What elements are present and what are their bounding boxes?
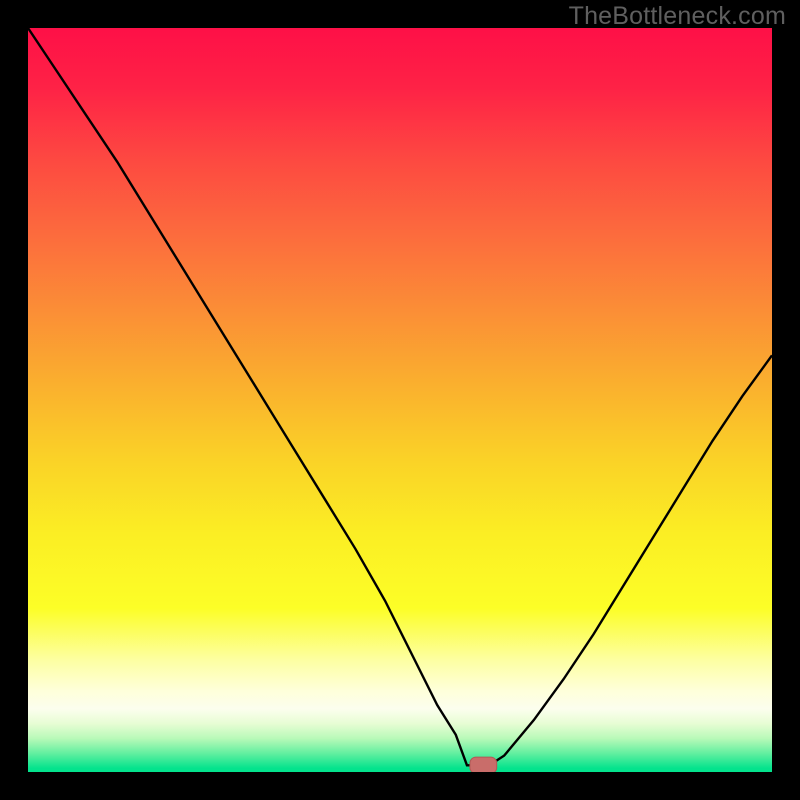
gradient-background	[28, 28, 772, 772]
optimal-point-marker	[470, 757, 497, 772]
watermark-text: TheBottleneck.com	[569, 2, 786, 31]
plot-svg	[28, 28, 772, 772]
chart-frame: TheBottleneck.com	[0, 0, 800, 800]
plot-area	[28, 28, 772, 772]
